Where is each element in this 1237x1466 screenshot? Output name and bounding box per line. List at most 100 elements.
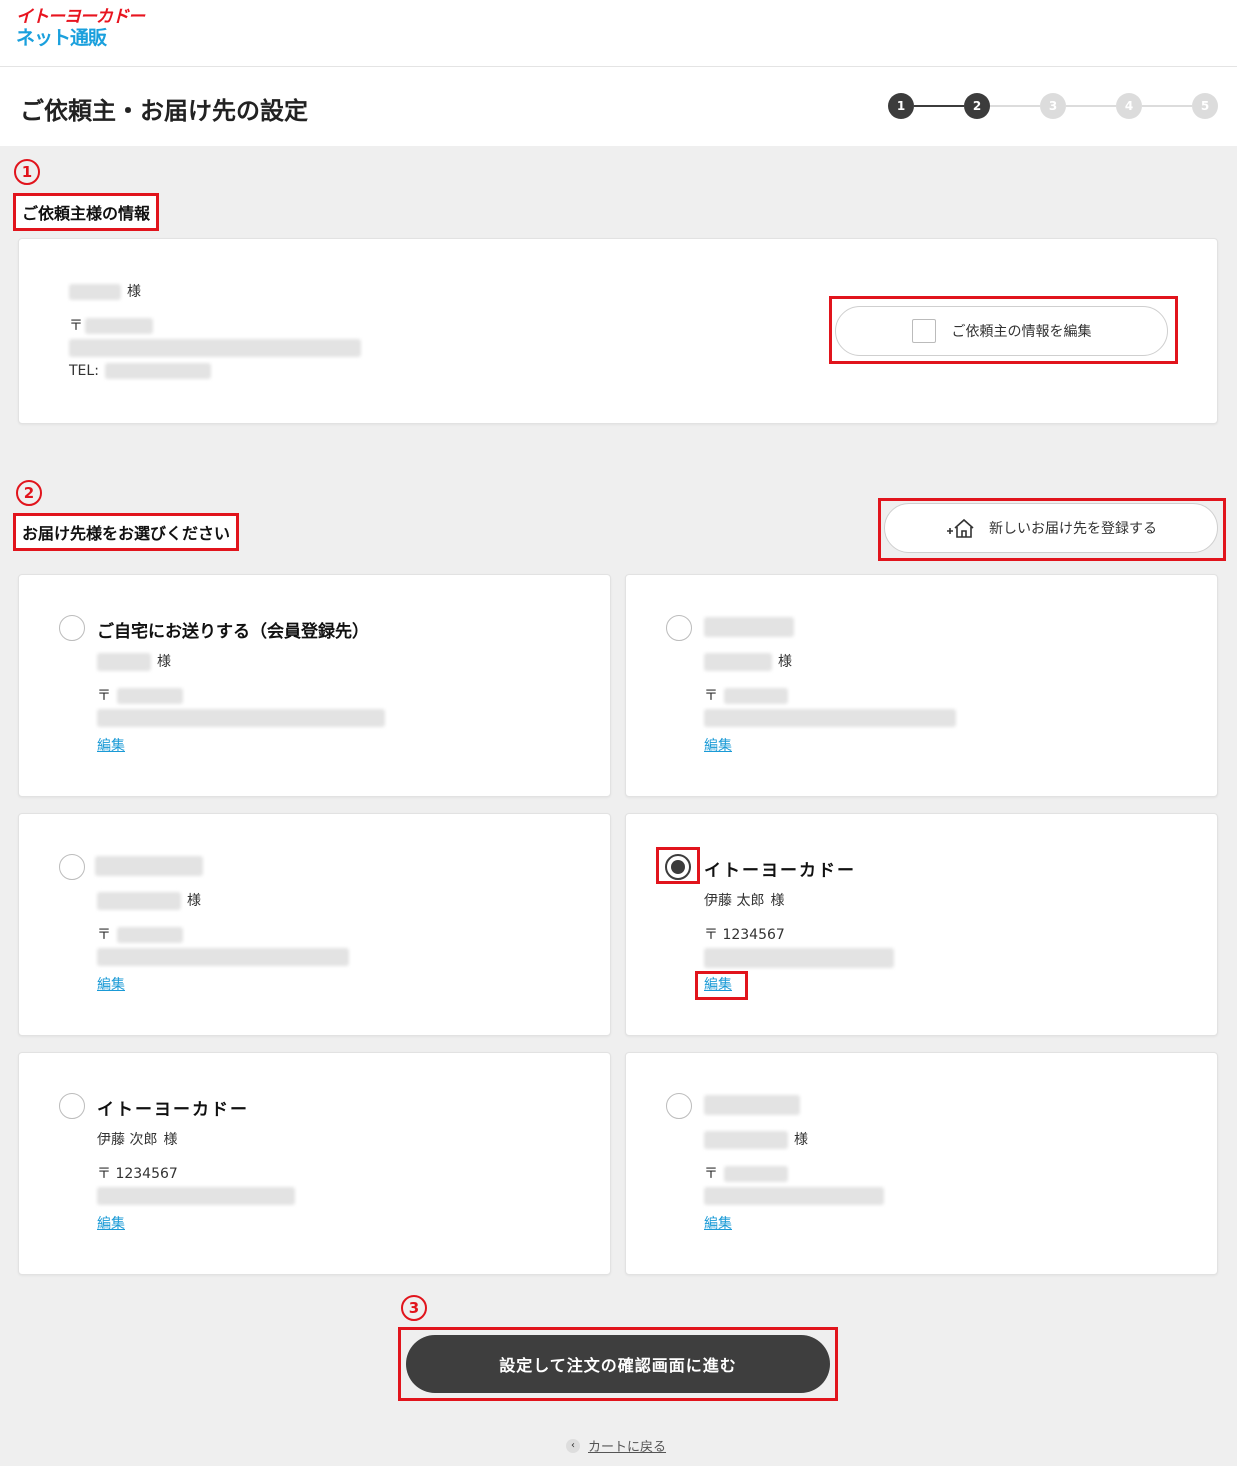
- postal-symbol: 〒: [704, 1166, 718, 1182]
- postal-symbol: 〒: [704, 927, 718, 943]
- address-line-row: [97, 948, 349, 966]
- redacted-title: [95, 856, 203, 876]
- redacted-name: [704, 653, 772, 671]
- edit-address-link[interactable]: 編集: [97, 974, 125, 994]
- address-card-selected[interactable]: イトーヨーカドー 伊藤 太郎様 〒 1234567 編集: [625, 813, 1218, 1036]
- address-title-row: [704, 1095, 800, 1115]
- redacted-name: [97, 892, 181, 910]
- annotation-marker-2: 2: [16, 480, 42, 506]
- add-new-address-button[interactable]: 新しいお届け先を登録する: [884, 503, 1218, 553]
- address-name-row: 伊藤 次郎様: [97, 1129, 177, 1149]
- honorific: 様: [127, 284, 141, 300]
- postal-symbol: 〒: [97, 927, 111, 943]
- recipient-name: 伊藤 太郎: [704, 893, 765, 909]
- honorific: 様: [770, 893, 785, 909]
- postal-code: 1234567: [722, 927, 785, 943]
- address-title: ご自宅にお送りする（会員登録先）: [97, 622, 369, 642]
- address-postal-row: 〒: [97, 685, 183, 705]
- edit-sender-button[interactable]: ご依頼主の情報を編集: [835, 306, 1168, 356]
- redacted-address: [704, 1187, 884, 1205]
- redacted-address: [97, 948, 349, 966]
- address-card[interactable]: 様 〒 編集: [625, 1052, 1218, 1275]
- address-card[interactable]: イトーヨーカドー 伊藤 次郎様 〒 1234567 編集: [18, 1052, 611, 1275]
- step-connector: [1142, 105, 1192, 107]
- address-name-row: 様: [97, 890, 201, 910]
- address-card[interactable]: ご自宅にお送りする（会員登録先） 様 〒 編集: [18, 574, 611, 797]
- redacted-address: [97, 709, 385, 727]
- redacted-postal: [85, 318, 153, 334]
- sender-address-row: [69, 339, 361, 357]
- edit-address-link[interactable]: 編集: [704, 1213, 732, 1233]
- redacted-name: [704, 1131, 788, 1149]
- chevron-left-icon: ‹: [566, 1438, 580, 1453]
- address-postal-row: 〒 1234567: [97, 1163, 178, 1183]
- address-postal-row: 〒: [704, 1163, 788, 1183]
- address-card[interactable]: 様 〒 編集: [18, 813, 611, 1036]
- address-line-row: [704, 709, 956, 727]
- address-line-row: [704, 1187, 884, 1205]
- annotation-marker-1: 1: [14, 159, 40, 185]
- address-name-row: 様: [704, 651, 792, 671]
- postal-symbol: 〒: [704, 688, 718, 704]
- back-to-cart-link[interactable]: ‹ カートに戻る: [566, 1436, 666, 1455]
- edit-address-link[interactable]: 編集: [97, 1213, 125, 1233]
- address-postal-row: 〒 1234567: [704, 924, 785, 944]
- annotation-box: [656, 847, 700, 884]
- redacted-address: [97, 1187, 295, 1205]
- sender-name-row: 様: [69, 281, 141, 301]
- postal-symbol: 〒: [69, 318, 83, 334]
- checkbox-icon: [911, 319, 936, 343]
- address-name-row: 伊藤 太郎様: [704, 890, 784, 910]
- edit-sender-label: ご依頼主の情報を編集: [951, 324, 1092, 340]
- address-radio[interactable]: [59, 854, 85, 880]
- honorific: 様: [794, 1132, 808, 1148]
- logo-line-2: ネット通販: [16, 27, 107, 49]
- sender-tel-row: TEL:: [69, 363, 211, 379]
- step-connector: [914, 105, 964, 107]
- proceed-to-confirm-button[interactable]: 設定して注文の確認画面に進む: [406, 1335, 830, 1393]
- redacted-title: [704, 1095, 800, 1115]
- step-5: 5: [1192, 93, 1218, 119]
- address-name-row: 様: [97, 651, 171, 671]
- progress-stepper: 1 2 3 4 5: [888, 93, 1218, 119]
- redacted-tel: [104, 363, 211, 379]
- step-2: 2: [964, 93, 990, 119]
- address-radio[interactable]: [59, 1093, 85, 1119]
- address-postal-row: 〒: [704, 685, 788, 705]
- annotation-box: [695, 971, 748, 1000]
- address-line-row: [704, 948, 894, 968]
- redacted-postal: [117, 688, 183, 704]
- tel-label: TEL:: [69, 363, 99, 379]
- honorific: 様: [778, 654, 792, 670]
- address-radio[interactable]: [666, 1093, 692, 1119]
- redacted-address: [69, 339, 361, 357]
- redacted-address: [704, 709, 956, 727]
- address-name-row: 様: [704, 1129, 808, 1149]
- address-title: イトーヨーカドー: [704, 861, 856, 881]
- redacted-title: [704, 617, 794, 637]
- edit-address-link[interactable]: 編集: [97, 735, 125, 755]
- step-connector: [990, 105, 1040, 107]
- address-radio[interactable]: [666, 615, 692, 641]
- address-radio[interactable]: [59, 615, 85, 641]
- logo-line-1: イトーヨーカドー: [16, 7, 145, 27]
- site-logo[interactable]: イトーヨーカドー ネット通販: [16, 7, 145, 49]
- add-new-address-label: 新しいお届け先を登録する: [989, 521, 1157, 537]
- address-card[interactable]: 様 〒 編集: [625, 574, 1218, 797]
- annotation-marker-3: 3: [401, 1295, 427, 1321]
- back-to-cart-label: カートに戻る: [588, 1440, 667, 1455]
- address-line-row: [97, 1187, 295, 1205]
- redacted-postal: [117, 927, 183, 943]
- recipient-name: 伊藤 次郎: [97, 1132, 158, 1148]
- edit-address-link[interactable]: 編集: [704, 735, 732, 755]
- redacted-name: [97, 653, 151, 671]
- honorific: 様: [157, 654, 171, 670]
- top-bar: イトーヨーカドー ネット通販: [0, 0, 1237, 67]
- address-line-row: [97, 709, 385, 727]
- postal-code: 1234567: [115, 1166, 178, 1182]
- sender-postal-row: 〒: [69, 315, 153, 335]
- address-title: イトーヨーカドー: [97, 1100, 249, 1120]
- postal-symbol: 〒: [97, 688, 111, 704]
- redacted-postal: [724, 688, 788, 704]
- step-3: 3: [1040, 93, 1066, 119]
